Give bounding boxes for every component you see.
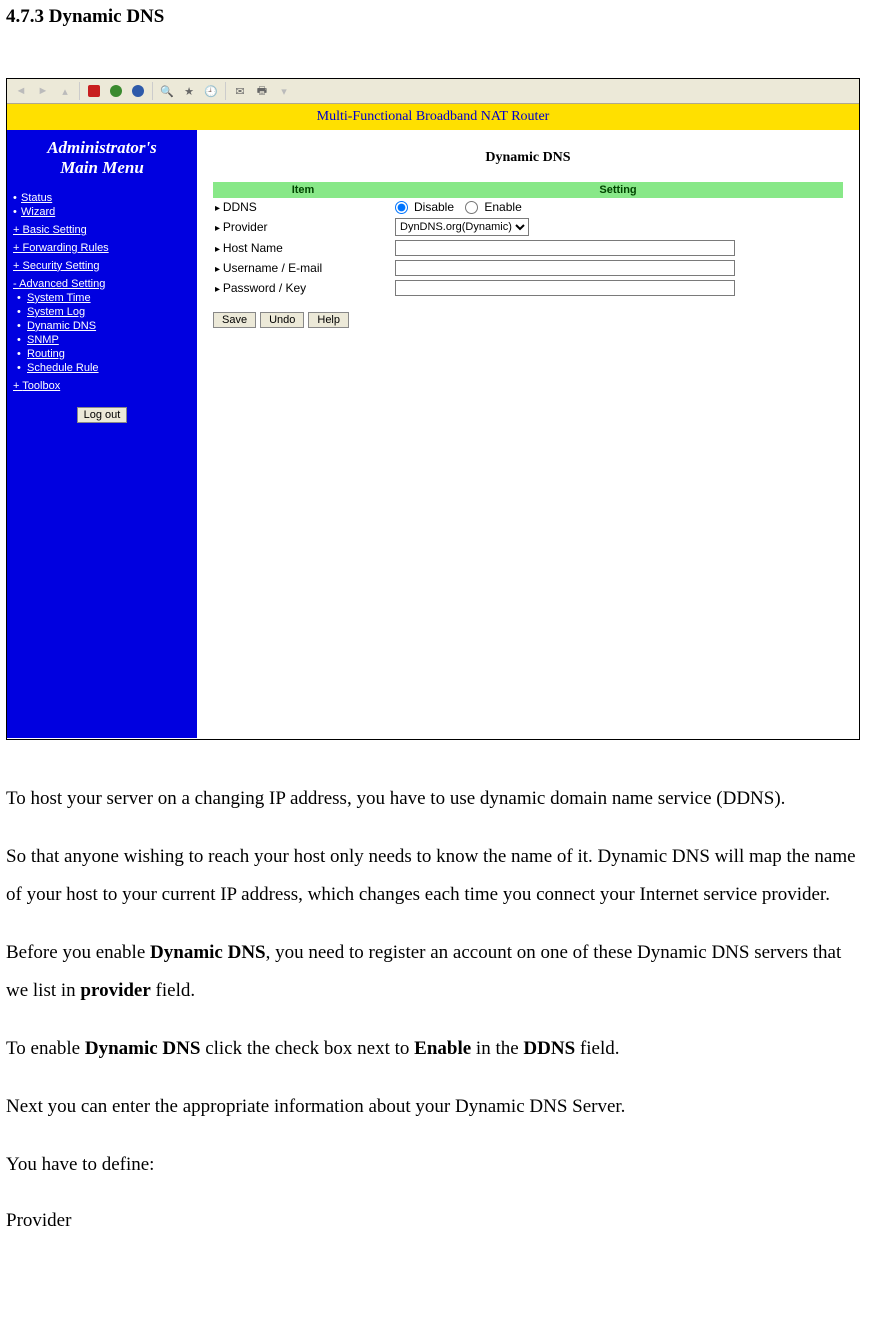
p4-text-a: To enable xyxy=(6,1038,85,1059)
undo-button[interactable]: Undo xyxy=(260,312,304,328)
separator xyxy=(152,82,153,100)
paragraph-3: Before you enable Dynamic DNS, you need … xyxy=(6,934,866,1010)
row-provider: Provider DynDNS.org(Dynamic) xyxy=(213,216,843,238)
hostname-input[interactable] xyxy=(395,240,735,256)
row-username: Username / E-mail xyxy=(213,258,843,278)
app-banner: Multi-Functional Broadband NAT Router xyxy=(7,104,859,130)
ddns-enable-label: Enable xyxy=(484,200,521,214)
content-area: Dynamic DNS Item Setting DDNS Disable En… xyxy=(197,130,859,738)
provider-select[interactable]: DynDNS.org(Dynamic) xyxy=(395,218,529,236)
paragraph-6: You have to define: xyxy=(6,1146,866,1184)
p4-bold-ddns: Dynamic DNS xyxy=(85,1038,201,1059)
p3-bold-provider: provider xyxy=(80,980,150,1001)
nav-forward-icon[interactable]: ► xyxy=(33,81,53,101)
nav-up-icon[interactable]: ▴ xyxy=(55,81,75,101)
print-icon[interactable]: 🖶 xyxy=(252,81,272,101)
sidebar-title-line2: Main Menu xyxy=(60,158,144,177)
label-ddns: DDNS xyxy=(213,200,395,214)
sidebar-item-status[interactable]: Status xyxy=(13,191,191,205)
sidebar-item-routing[interactable]: Routing xyxy=(13,347,191,361)
sidebar-item-forwarding-rules[interactable]: Forwarding Rules xyxy=(13,241,191,255)
sidebar-item-basic-setting[interactable]: Basic Setting xyxy=(13,223,191,237)
row-ddns: DDNS Disable Enable xyxy=(213,198,843,216)
stop-icon[interactable] xyxy=(84,81,104,101)
row-hostname: Host Name xyxy=(213,238,843,258)
page-title: Dynamic DNS xyxy=(213,140,843,182)
p3-text-e: field. xyxy=(151,980,195,1001)
logout-button[interactable]: Log out xyxy=(77,407,128,423)
p4-text-c: click the check box next to xyxy=(200,1038,414,1059)
mail-icon[interactable]: ✉ xyxy=(230,81,250,101)
password-input[interactable] xyxy=(395,280,735,296)
ddns-enable-radio[interactable] xyxy=(465,201,478,214)
header-item: Item xyxy=(213,182,393,198)
ddns-disable-label: Disable xyxy=(414,200,454,214)
sidebar-title-line1: Administrator's xyxy=(47,138,157,157)
sidebar-item-toolbox[interactable]: Toolbox xyxy=(13,379,191,393)
p4-text-g: field. xyxy=(575,1038,619,1059)
help-button[interactable]: Help xyxy=(308,312,349,328)
dropdown-icon[interactable]: ▾ xyxy=(274,81,294,101)
paragraph-2: So that anyone wishing to reach your hos… xyxy=(6,838,866,914)
p3-text-a: Before you enable xyxy=(6,942,150,963)
p3-bold-ddns: Dynamic DNS xyxy=(150,942,266,963)
table-header-row: Item Setting xyxy=(213,182,843,198)
username-input[interactable] xyxy=(395,260,735,276)
search-icon[interactable]: 🔍 xyxy=(157,81,177,101)
label-provider: Provider xyxy=(213,220,395,234)
paragraph-4: To enable Dynamic DNS click the check bo… xyxy=(6,1030,866,1068)
paragraph-1: To host your server on a changing IP add… xyxy=(6,780,866,818)
sidebar-item-system-time[interactable]: System Time xyxy=(13,291,191,305)
sidebar-title: Administrator's Main Menu xyxy=(13,134,191,187)
sidebar-item-system-log[interactable]: System Log xyxy=(13,305,191,319)
sidebar-item-snmp[interactable]: SNMP xyxy=(13,333,191,347)
sidebar-item-wizard[interactable]: Wizard xyxy=(13,205,191,219)
separator xyxy=(225,82,226,100)
ddns-disable-radio[interactable] xyxy=(395,201,408,214)
label-hostname: Host Name xyxy=(213,241,395,255)
sidebar-item-schedule-rule[interactable]: Schedule Rule xyxy=(13,361,191,375)
paragraph-7: Provider xyxy=(6,1202,866,1240)
sidebar-item-advanced-setting[interactable]: Advanced Setting xyxy=(13,277,191,291)
p4-text-e: in the xyxy=(471,1038,523,1059)
router-screenshot: ◄ ► ▴ 🔍 ★ 🕘 ✉ 🖶 ▾ Multi-Functional Broad… xyxy=(6,78,860,740)
label-username: Username / E-mail xyxy=(213,261,395,275)
section-heading: 4.7.3 Dynamic DNS xyxy=(6,6,866,28)
label-password: Password / Key xyxy=(213,281,395,295)
browser-toolbar: ◄ ► ▴ 🔍 ★ 🕘 ✉ 🖶 ▾ xyxy=(7,79,859,104)
favorites-icon[interactable]: ★ xyxy=(179,81,199,101)
history-icon[interactable]: 🕘 xyxy=(201,81,221,101)
nav-back-icon[interactable]: ◄ xyxy=(11,81,31,101)
home-icon[interactable] xyxy=(128,81,148,101)
p4-bold-ddnsfield: DDNS xyxy=(523,1038,575,1059)
separator xyxy=(79,82,80,100)
sidebar-item-dynamic-dns[interactable]: Dynamic DNS xyxy=(13,319,191,333)
sidebar: Administrator's Main Menu Status Wizard … xyxy=(7,130,197,738)
header-setting: Setting xyxy=(393,182,843,198)
refresh-icon[interactable] xyxy=(106,81,126,101)
paragraph-5: Next you can enter the appropriate infor… xyxy=(6,1088,866,1126)
save-button[interactable]: Save xyxy=(213,312,256,328)
row-password: Password / Key xyxy=(213,278,843,298)
sidebar-item-security-setting[interactable]: Security Setting xyxy=(13,259,191,273)
p4-bold-enable: Enable xyxy=(414,1038,471,1059)
